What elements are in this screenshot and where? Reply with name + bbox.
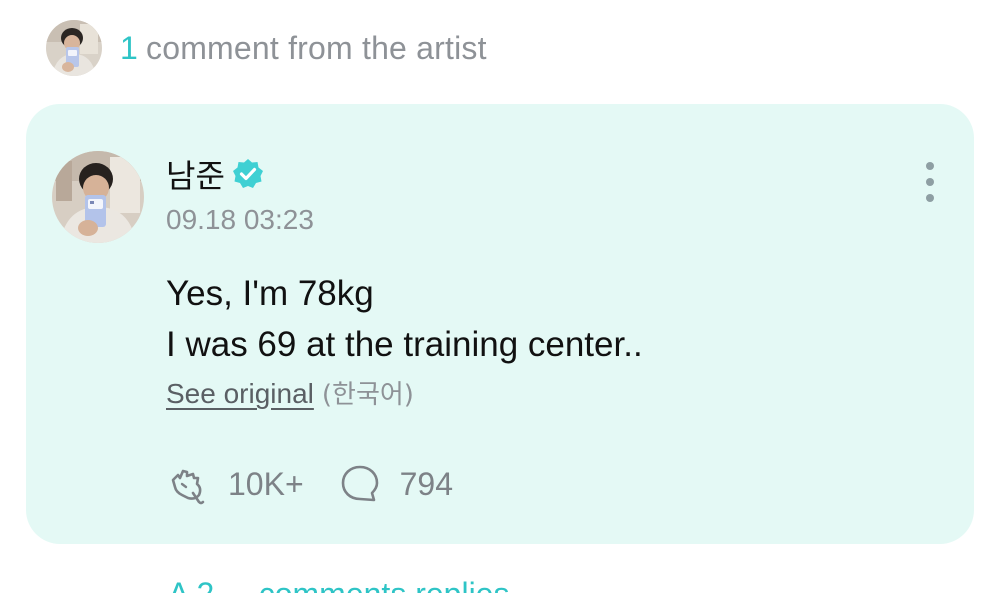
like-count: 10K+ <box>228 465 304 502</box>
author-avatar[interactable] <box>52 151 144 243</box>
comment-body: Yes, I'm 78kg I was 69 at the training c… <box>166 268 926 370</box>
speech-bubble-icon <box>338 462 382 506</box>
original-language: (한국어) <box>321 380 414 410</box>
see-original-link[interactable]: See original <box>166 378 314 409</box>
comment-count: 1 <box>120 29 138 66</box>
artist-comment-card[interactable]: 남준 09.18 03:23 Yes, I'm 78kg I was 69 at… <box>26 104 974 544</box>
reply-count: 794 <box>399 465 454 502</box>
more-options-button[interactable] <box>918 160 942 206</box>
comment-timestamp: 09.18 03:23 <box>166 204 314 235</box>
like-hand-icon <box>166 462 210 506</box>
comment-actions: 10K+ 794 <box>166 462 453 506</box>
next-section-link[interactable]: A 2 ... comments replies <box>168 576 509 593</box>
like-button[interactable]: 10K+ <box>166 462 304 506</box>
author-name[interactable]: 남준 <box>166 151 225 197</box>
translation-row: See original (한국어) <box>166 374 414 411</box>
artist-comment-header[interactable]: 1 comment from the artist <box>46 20 487 76</box>
more-vertical-icon <box>926 162 934 202</box>
author-row: 남준 <box>166 151 265 197</box>
artist-avatar-small <box>46 20 102 76</box>
header-text: 1 comment from the artist <box>120 30 487 67</box>
comment-line-2: I was 69 at the training center.. <box>166 325 643 364</box>
reply-button[interactable]: 794 <box>338 462 453 506</box>
comment-line-1: Yes, I'm 78kg <box>166 274 374 313</box>
verified-badge-icon <box>231 157 265 191</box>
header-label: comment from the artist <box>146 29 487 66</box>
